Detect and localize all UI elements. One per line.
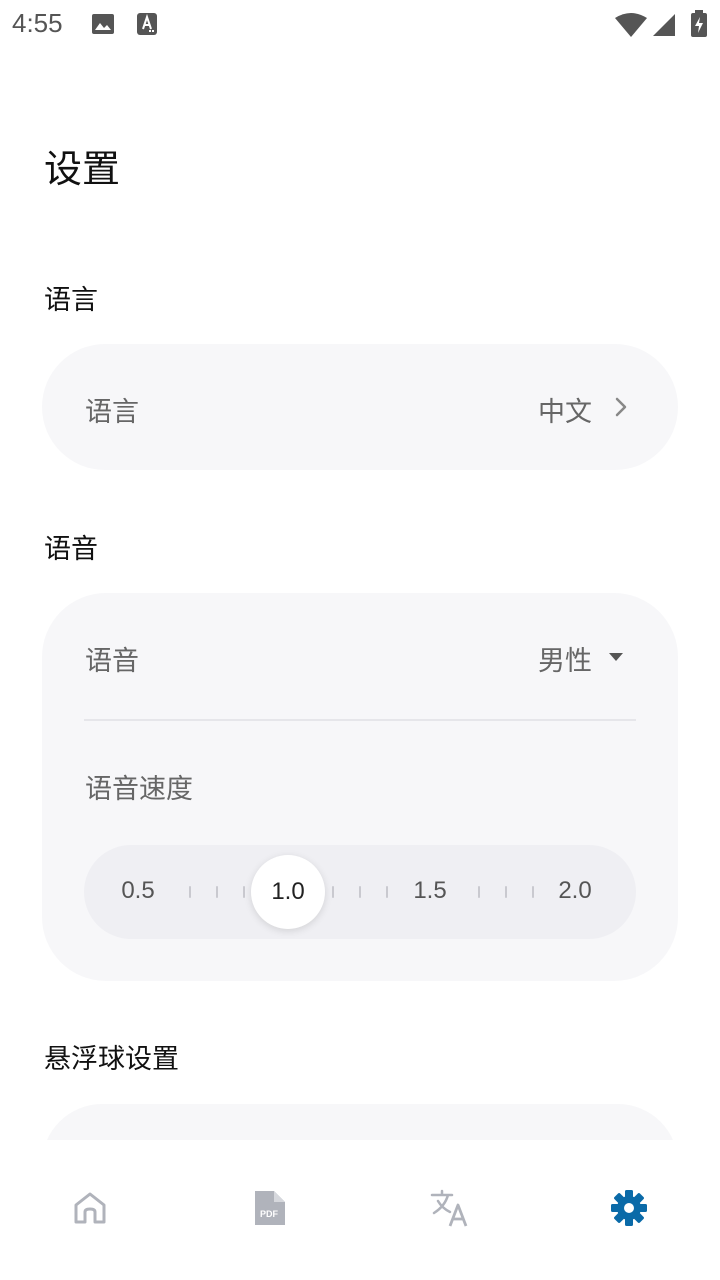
home-icon — [74, 1192, 106, 1224]
language-row-label: 语言 — [85, 397, 139, 428]
svg-text:PDF: PDF — [260, 1209, 279, 1219]
language-section-title: 语言 — [44, 285, 98, 316]
bottom-nav: PDF — [0, 1140, 720, 1280]
nav-translate[interactable] — [430, 1188, 470, 1228]
speed-option-1-5[interactable]: 1.5 — [413, 877, 446, 905]
voice-dropdown-value: 男性 — [538, 646, 592, 677]
voice-dropdown[interactable]: 男性 — [518, 629, 638, 683]
voice-section-title: 语音 — [44, 534, 98, 565]
pdf-icon: PDF — [255, 1191, 285, 1225]
slider-thumb-value: 1.0 — [271, 878, 305, 905]
status-time: 4:55 — [12, 8, 63, 38]
slider-tick — [478, 886, 480, 898]
nav-settings[interactable] — [609, 1188, 649, 1228]
slider-tick — [332, 886, 334, 898]
speed-option-2-0[interactable]: 2.0 — [558, 877, 591, 905]
language-row-value: 中文 — [538, 397, 592, 428]
speed-option-0-5[interactable]: 0.5 — [121, 877, 154, 905]
wifi-icon — [615, 13, 647, 37]
voice-row-label: 语音 — [85, 646, 139, 677]
slider-tick — [532, 886, 534, 898]
language-row[interactable]: 语言 中文 — [42, 344, 678, 470]
slider-tick — [505, 886, 507, 898]
page-title: 设置 — [44, 147, 121, 191]
slider-tick — [216, 886, 218, 898]
slider-tick — [189, 886, 191, 898]
voice-card: 语音 男性 语音速度 0.5 1.5 2.0 1.0 — [42, 593, 678, 981]
translate-icon — [430, 1189, 468, 1227]
slider-thumb[interactable]: 1.0 — [251, 855, 325, 929]
font-notification-icon — [137, 13, 157, 35]
speed-label: 语音速度 — [85, 774, 193, 805]
slider-tick — [359, 886, 361, 898]
signal-icon — [653, 14, 675, 36]
speed-slider[interactable]: 0.5 1.5 2.0 1.0 — [84, 845, 636, 939]
dropdown-caret-icon — [609, 653, 623, 661]
slider-tick — [386, 886, 388, 898]
settings-icon — [611, 1190, 647, 1226]
image-notification-icon — [92, 14, 114, 34]
divider — [84, 719, 636, 721]
slider-tick — [243, 886, 245, 898]
battery-charging-icon — [691, 10, 707, 37]
nav-home[interactable] — [70, 1188, 110, 1228]
chevron-right-icon — [615, 397, 627, 417]
status-bar: 4:55 — [0, 0, 720, 48]
nav-pdf[interactable]: PDF — [249, 1188, 289, 1228]
float-ball-section-title: 悬浮球设置 — [44, 1044, 179, 1075]
